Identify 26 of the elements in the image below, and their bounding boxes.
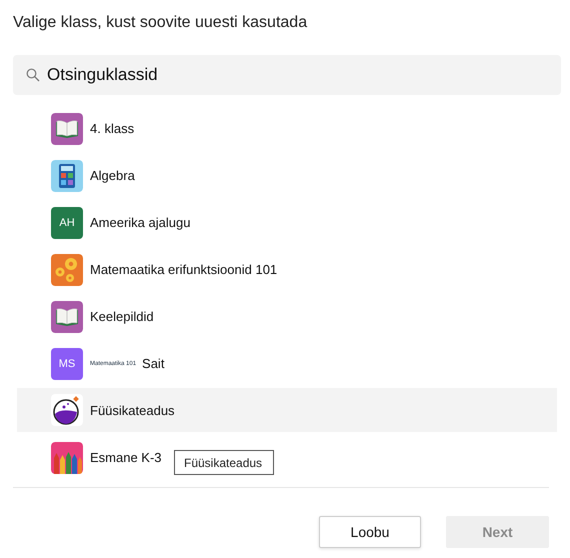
class-item[interactable]: Füüsikateadus (17, 388, 557, 432)
calculator-icon (51, 160, 83, 192)
pencils-icon (51, 442, 83, 474)
book-icon (51, 112, 83, 144)
dialog-title: Valige klass, kust soovite uuesti kasutada (13, 13, 308, 33)
class-item[interactable]: Esmane K-3 (17, 434, 162, 481)
flask-icon (51, 394, 83, 426)
class-name: Algebra (90, 168, 135, 183)
class-item[interactable]: Keelepildid (17, 293, 154, 340)
class-name: Füüsikateadus (90, 402, 175, 418)
tooltip: Füüsikateadus (174, 450, 274, 475)
class-name: Keelepildid (90, 309, 154, 324)
class-name: Matemaatika erifunktsioonid 101 (90, 262, 278, 277)
class-item[interactable]: Matemaatika erifunktsioonid 101 (17, 246, 278, 293)
class-name: Ameerika ajalugu (90, 215, 190, 230)
cancel-button[interactable]: Loobu (319, 516, 421, 548)
class-item[interactable]: AH Ameerika ajalugu (17, 199, 190, 246)
class-initials: MS (51, 348, 83, 380)
class-name: Sait (142, 356, 164, 371)
search-field[interactable]: Otsinguklassid (13, 55, 561, 95)
class-name: 4. klass (90, 121, 134, 136)
book-icon (51, 300, 83, 332)
class-item[interactable]: Algebra (17, 152, 135, 199)
class-initials: AH (51, 206, 83, 238)
class-item[interactable]: 4. klass (17, 105, 134, 152)
class-name: Esmane K-3 (90, 450, 162, 465)
